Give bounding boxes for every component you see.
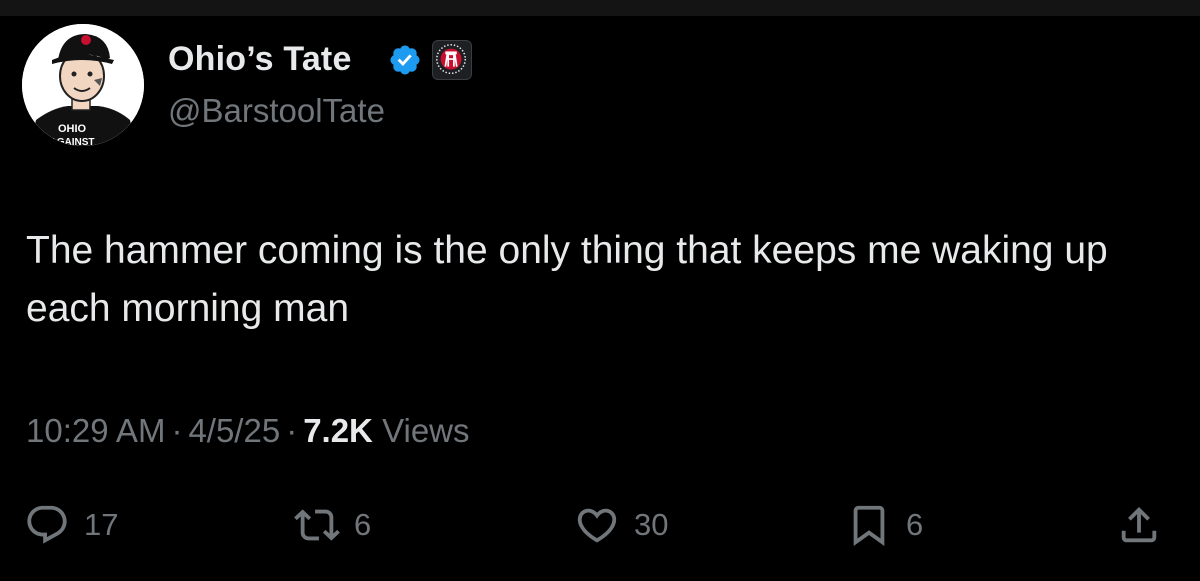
reply-icon xyxy=(27,505,67,544)
top-strip xyxy=(0,0,1200,16)
bookmark-icon xyxy=(853,505,885,546)
bookmark-count: 6 xyxy=(906,507,924,542)
verified-badge-icon[interactable] xyxy=(388,43,422,77)
meta-separator: · xyxy=(286,412,298,449)
reply-count: 17 xyxy=(84,507,119,542)
avatar-shirt-text-2: AGAINST xyxy=(50,137,95,146)
share-button[interactable] xyxy=(1116,500,1162,550)
avatar-shirt-text: OHIO xyxy=(58,123,87,135)
like-count: 30 xyxy=(634,507,669,542)
like-icon xyxy=(577,508,617,543)
display-name[interactable]: Ohio’s Tate xyxy=(168,40,352,79)
barstool-affiliate-icon[interactable] xyxy=(432,40,472,80)
handle[interactable]: @BarstoolTate xyxy=(168,92,385,130)
meta-separator: · xyxy=(171,412,183,449)
avatar-illustration: OHIO AGAINST xyxy=(22,24,144,146)
like-button[interactable]: 30 xyxy=(574,500,668,550)
share-icon xyxy=(1121,506,1157,543)
retweet-count: 6 xyxy=(354,507,372,542)
avatar[interactable]: OHIO AGAINST xyxy=(22,24,144,146)
bookmark-button[interactable]: 6 xyxy=(846,500,923,550)
tweet-text: The hammer coming is the only thing that… xyxy=(26,229,1108,330)
tweet-meta: 10:29 AM · 4/5/25 · 7.2K Views xyxy=(26,412,470,450)
tweet-date[interactable]: 4/5/25 xyxy=(188,412,280,449)
reply-button[interactable]: 17 xyxy=(24,500,118,550)
retweet-icon xyxy=(294,509,340,541)
views-label[interactable]: Views xyxy=(382,412,469,449)
barstool-logo-icon xyxy=(436,44,467,75)
tweet-time[interactable]: 10:29 AM xyxy=(26,412,165,449)
retweet-button[interactable]: 6 xyxy=(294,500,371,550)
views-count[interactable]: 7.2K xyxy=(303,412,373,449)
